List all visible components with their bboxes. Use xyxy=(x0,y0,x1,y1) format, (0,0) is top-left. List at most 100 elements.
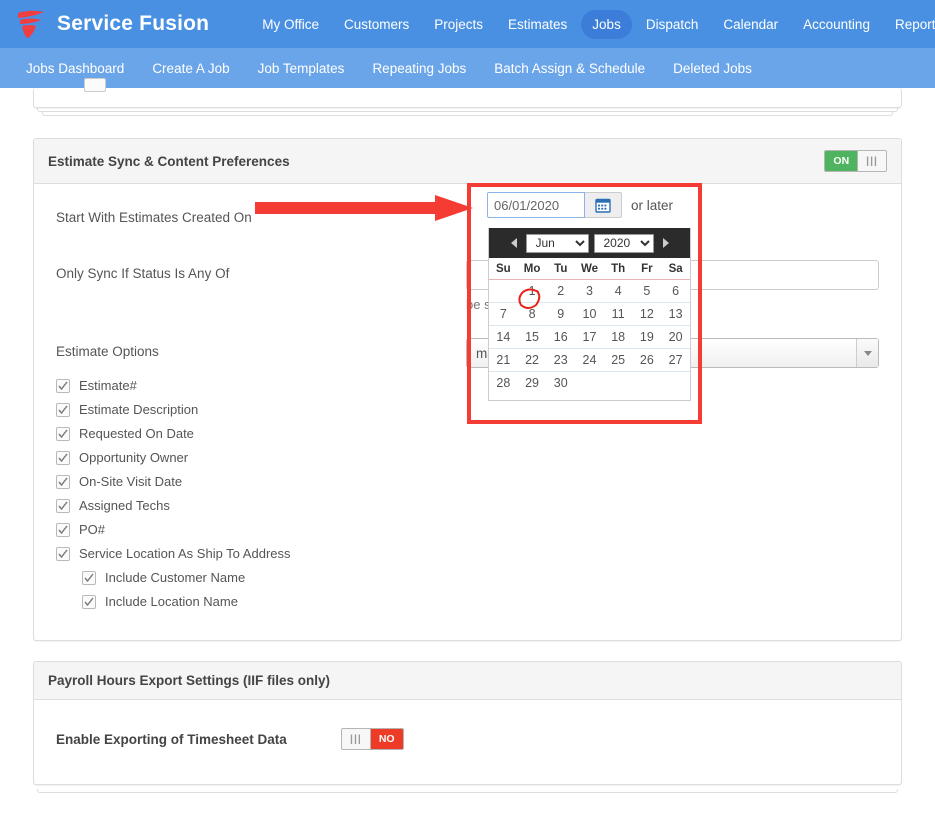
calendar-day-cell[interactable] xyxy=(575,372,604,395)
calendar-day-cell[interactable] xyxy=(489,280,518,303)
date-picker-widget: or later Jun 2020 Su Mo Tu We Th Fr xyxy=(467,182,702,218)
calendar-day-cell[interactable]: 4 xyxy=(604,280,633,303)
checkbox-include-customer-name[interactable] xyxy=(82,571,96,585)
calendar-icon[interactable] xyxy=(585,192,622,218)
chevron-down-icon[interactable] xyxy=(856,339,878,367)
nav-item-my-office[interactable]: My Office xyxy=(251,10,330,39)
calendar-day-cell[interactable]: 28 xyxy=(489,372,518,395)
checkbox-requested-on-date[interactable] xyxy=(56,427,70,441)
checkbox-assigned-techs[interactable] xyxy=(56,499,70,513)
date-input-row: or later xyxy=(467,182,702,218)
calendar-grid: Su Mo Tu We Th Fr Sa 1 2 3 4 5 6 xyxy=(489,258,690,394)
service-fusion-f-logo-icon xyxy=(14,9,48,39)
calendar-day-cell[interactable]: 24 xyxy=(575,349,604,372)
calendar-day-cell[interactable]: 18 xyxy=(604,326,633,349)
nav-item-calendar[interactable]: Calendar xyxy=(712,10,789,39)
calendar-footer xyxy=(489,394,690,400)
nav-item-jobs[interactable]: Jobs xyxy=(581,10,632,39)
chevron-right-icon[interactable] xyxy=(659,238,673,248)
subnav-item-batch-assign-schedule[interactable]: Batch Assign & Schedule xyxy=(480,61,659,76)
checkbox-estimate-description[interactable] xyxy=(56,403,70,417)
calendar-day-cell[interactable]: 23 xyxy=(546,349,575,372)
checkbox-row-opportunity-owner: Opportunity Owner xyxy=(56,450,879,465)
calendar-day-cell[interactable]: 19 xyxy=(633,326,662,349)
weekday-su: Su xyxy=(489,258,518,280)
checkbox-service-location-ship-to[interactable] xyxy=(56,547,70,561)
calendar-day-cell[interactable]: 3 xyxy=(575,280,604,303)
toggle-on-label: ON xyxy=(825,151,857,171)
subnav-item-repeating-jobs[interactable]: Repeating Jobs xyxy=(358,61,480,76)
calendar-day-cell[interactable] xyxy=(604,372,633,395)
calendar-day-cell[interactable]: 27 xyxy=(661,349,690,372)
weekday-tu: Tu xyxy=(546,258,575,280)
row-estimate-options: Estimate Options mates xyxy=(56,338,879,368)
calendar-day-cell[interactable]: 10 xyxy=(575,303,604,326)
checkbox-label-include-customer-name: Include Customer Name xyxy=(105,570,245,585)
top-navigation-bar: Service Fusion My Office Customers Proje… xyxy=(0,0,935,48)
payroll-panel-header: Payroll Hours Export Settings (IIF files… xyxy=(34,662,901,700)
calendar-week-row: 21 22 23 24 25 26 27 xyxy=(489,349,690,372)
checkbox-estimate-number[interactable] xyxy=(56,379,70,393)
calendar-week-row: 14 15 16 17 18 19 20 xyxy=(489,326,690,349)
subnav-item-job-templates[interactable]: Job Templates xyxy=(244,61,359,76)
checkbox-label-estimate-number: Estimate# xyxy=(79,378,137,393)
calendar-day-cell[interactable]: 8 xyxy=(518,303,547,326)
nav-item-dispatch[interactable]: Dispatch xyxy=(635,10,710,39)
calendar-day-cell[interactable]: 12 xyxy=(633,303,662,326)
calendar-day-cell[interactable]: 26 xyxy=(633,349,662,372)
subnav-item-create-a-job[interactable]: Create A Job xyxy=(138,61,243,76)
calendar-day-cell[interactable]: 22 xyxy=(518,349,547,372)
calendar-day-cell[interactable]: 30 xyxy=(546,372,575,395)
start-date-input[interactable] xyxy=(487,192,585,218)
calendar-day-cell[interactable]: 6 xyxy=(661,280,690,303)
calendar-month-select[interactable]: Jun xyxy=(526,234,589,253)
calendar-day-cell[interactable]: 16 xyxy=(546,326,575,349)
checkbox-on-site-visit-date[interactable] xyxy=(56,475,70,489)
nav-item-accounting[interactable]: Accounting xyxy=(792,10,881,39)
timesheet-toggle-no-label: NO xyxy=(371,729,403,749)
subnav-item-jobs-dashboard[interactable]: Jobs Dashboard xyxy=(12,61,138,76)
checkbox-label-assigned-techs: Assigned Techs xyxy=(79,498,170,513)
row-enable-timesheet-export: Enable Exporting of Timesheet Data ||| N… xyxy=(56,728,879,750)
chevron-left-icon[interactable] xyxy=(507,238,521,248)
calendar-popup: Jun 2020 Su Mo Tu We Th Fr Sa xyxy=(488,228,691,401)
calendar-day-cell[interactable]: 20 xyxy=(661,326,690,349)
calendar-day-cell[interactable]: 29 xyxy=(518,372,547,395)
calendar-day-cell[interactable]: 5 xyxy=(633,280,662,303)
nav-item-projects[interactable]: Projects xyxy=(423,10,494,39)
estimate-options-checkbox-list: Estimate# Estimate Description Requested… xyxy=(56,378,879,609)
calendar-day-cell[interactable]: 15 xyxy=(518,326,547,349)
calendar-day-cell[interactable]: 1 xyxy=(518,280,547,303)
calendar-week-row: 28 29 30 xyxy=(489,372,690,395)
calendar-day-cell[interactable]: 13 xyxy=(661,303,690,326)
nav-item-customers[interactable]: Customers xyxy=(333,10,420,39)
calendar-day-cell[interactable]: 7 xyxy=(489,303,518,326)
calendar-day-cell[interactable]: 9 xyxy=(546,303,575,326)
estimate-sync-enable-toggle[interactable]: ON ||| xyxy=(824,150,887,172)
calendar-day-cell[interactable]: 2 xyxy=(546,280,575,303)
checkbox-po-number[interactable] xyxy=(56,523,70,537)
brand-logo-group[interactable]: Service Fusion xyxy=(14,9,209,39)
subnav-item-deleted-jobs[interactable]: Deleted Jobs xyxy=(659,61,766,76)
calendar-year-select[interactable]: 2020 xyxy=(594,234,654,253)
payroll-panel-title: Payroll Hours Export Settings (IIF files… xyxy=(48,673,330,688)
nav-item-estimates[interactable]: Estimates xyxy=(497,10,578,39)
checkbox-row-include-location-name: Include Location Name xyxy=(56,594,879,609)
calendar-day-cell[interactable]: 11 xyxy=(604,303,633,326)
timesheet-export-toggle[interactable]: ||| NO xyxy=(341,728,404,750)
calendar-day-cell[interactable]: 14 xyxy=(489,326,518,349)
checkbox-opportunity-owner[interactable] xyxy=(56,451,70,465)
estimate-sync-panel-body: Start With Estimates Created On Only Syn… xyxy=(34,184,901,640)
checkbox-include-location-name[interactable] xyxy=(82,595,96,609)
calendar-day-cell[interactable]: 21 xyxy=(489,349,518,372)
checkbox-label-estimate-description: Estimate Description xyxy=(79,402,198,417)
nav-item-reports[interactable]: Reports xyxy=(884,10,935,39)
calendar-day-cell[interactable]: 17 xyxy=(575,326,604,349)
partial-checkbox-remnant[interactable] xyxy=(84,78,106,92)
calendar-day-cell[interactable] xyxy=(661,372,690,395)
checkbox-row-on-site-visit-date: On-Site Visit Date xyxy=(56,474,879,489)
calendar-day-cell[interactable]: 25 xyxy=(604,349,633,372)
calendar-header: Jun 2020 xyxy=(489,228,690,258)
weekday-we: We xyxy=(575,258,604,280)
calendar-day-cell[interactable] xyxy=(633,372,662,395)
